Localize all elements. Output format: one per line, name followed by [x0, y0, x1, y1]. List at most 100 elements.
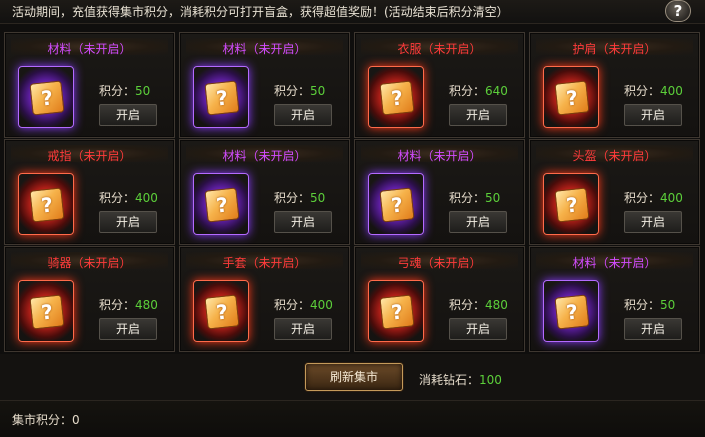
card-title: 护肩（未开启） — [572, 42, 657, 56]
card-points: 积分：400 — [274, 296, 333, 313]
question-mark: ? — [39, 85, 55, 111]
open-button[interactable]: 开启 — [624, 318, 682, 340]
card-title: 材料（未开启） — [572, 256, 657, 270]
mystery-box-icon[interactable]: ? — [193, 66, 249, 128]
blind-box-card: 材料（未开启）? 积分：50 开启 — [179, 139, 350, 245]
mystery-box-icon[interactable]: ? — [193, 280, 249, 342]
market-points-label: 集市积分： — [12, 413, 73, 427]
points-label: 积分： — [449, 298, 486, 312]
question-mark: ? — [39, 192, 55, 218]
points-value: 50 — [485, 191, 501, 205]
card-title: 头盔（未开启） — [572, 149, 657, 163]
refresh-market-button[interactable]: 刷新集市 — [305, 363, 403, 391]
help-icon[interactable]: ? — [665, 0, 691, 22]
card-title-bar: 弓魂（未开启） — [361, 252, 518, 270]
question-mark: ? — [564, 192, 580, 218]
question-mark: ? — [564, 299, 580, 325]
blind-box-card: 材料（未开启）? 积分：50 开启 — [179, 32, 350, 138]
points-label: 积分： — [274, 298, 311, 312]
question-cube-icon: ? — [204, 294, 240, 330]
event-notice: 活动期间，充值获得集市积分，消耗积分可打开盲盒，获得超值奖励！(活动结束后积分清… — [12, 5, 509, 19]
blind-box-card: 头盔（未开启）? 积分：400 开启 — [529, 139, 700, 245]
points-label: 积分： — [274, 191, 311, 205]
card-title: 材料（未开启） — [397, 149, 482, 163]
card-title: 材料（未开启） — [47, 42, 132, 56]
points-label: 积分： — [274, 84, 311, 98]
open-button[interactable]: 开启 — [449, 104, 507, 126]
mystery-box-icon[interactable]: ? — [368, 66, 424, 128]
mystery-box-icon[interactable]: ? — [368, 173, 424, 235]
card-title-bar: 材料（未开启） — [186, 145, 343, 163]
mystery-box-icon[interactable]: ? — [368, 280, 424, 342]
points-label: 积分： — [99, 84, 136, 98]
open-button[interactable]: 开启 — [274, 104, 332, 126]
open-button[interactable]: 开启 — [274, 211, 332, 233]
card-title-bar: 材料（未开启） — [536, 252, 693, 270]
open-button[interactable]: 开启 — [99, 318, 157, 340]
mystery-box-icon[interactable]: ? — [18, 280, 74, 342]
cost-value: 100 — [479, 373, 502, 387]
refresh-cost: 消耗钻石：100 — [419, 371, 502, 388]
question-cube-icon: ? — [29, 294, 65, 330]
card-title: 手套（未开启） — [222, 256, 307, 270]
points-label: 积分： — [624, 84, 661, 98]
points-value: 400 — [310, 298, 333, 312]
points-label: 积分： — [449, 191, 486, 205]
question-cube-icon: ? — [554, 187, 590, 223]
mystery-box-icon[interactable]: ? — [543, 173, 599, 235]
question-cube-icon: ? — [379, 294, 415, 330]
points-label: 积分： — [624, 298, 661, 312]
question-cube-icon: ? — [554, 294, 590, 330]
blind-box-card: 材料（未开启）? 积分：50 开启 — [354, 139, 525, 245]
question-mark: ? — [389, 85, 405, 111]
question-cube-icon: ? — [204, 80, 240, 116]
open-button[interactable]: 开启 — [624, 211, 682, 233]
blind-box-card: 弓魂（未开启）? 积分：480 开启 — [354, 246, 525, 352]
question-mark: ? — [214, 85, 230, 111]
card-points: 积分：50 — [274, 189, 325, 206]
points-value: 480 — [485, 298, 508, 312]
open-button[interactable]: 开启 — [99, 104, 157, 126]
mystery-box-icon[interactable]: ? — [193, 173, 249, 235]
blind-box-card: 材料（未开启）? 积分：50 开启 — [4, 32, 175, 138]
points-value: 400 — [660, 191, 683, 205]
mystery-box-icon[interactable]: ? — [18, 173, 74, 235]
points-value: 400 — [135, 191, 158, 205]
open-button[interactable]: 开启 — [99, 211, 157, 233]
question-cube-icon: ? — [554, 80, 590, 116]
question-mark: ? — [39, 299, 55, 325]
card-title: 戒指（未开启） — [47, 149, 132, 163]
open-button[interactable]: 开启 — [449, 318, 507, 340]
card-points: 积分：480 — [449, 296, 508, 313]
market-points-value: 0 — [72, 413, 80, 427]
question-cube-icon: ? — [379, 80, 415, 116]
points-value: 50 — [660, 298, 676, 312]
points-label: 积分： — [624, 191, 661, 205]
market-points: 集市积分：0 — [12, 411, 80, 428]
open-button[interactable]: 开启 — [449, 211, 507, 233]
card-title-bar: 戒指（未开启） — [11, 145, 168, 163]
card-title-bar: 头盔（未开启） — [536, 145, 693, 163]
card-title: 骑器（未开启） — [47, 256, 132, 270]
card-title-bar: 护肩（未开启） — [536, 38, 693, 56]
points-value: 50 — [135, 84, 151, 98]
bottom-bar — [0, 400, 705, 437]
mystery-box-icon[interactable]: ? — [18, 66, 74, 128]
card-title-bar: 材料（未开启） — [361, 145, 518, 163]
question-mark: ? — [214, 192, 230, 218]
card-points: 积分：400 — [624, 189, 683, 206]
blind-box-grid: 材料（未开启）? 积分：50 开启 材料（未开启）? 积分：50 开启 衣服（未开启）? 积分… — [0, 24, 705, 354]
mystery-box-icon[interactable]: ? — [543, 66, 599, 128]
blind-box-card: 护肩（未开启）? 积分：400 开启 — [529, 32, 700, 138]
card-title: 弓魂（未开启） — [397, 256, 482, 270]
points-label: 积分： — [99, 298, 136, 312]
open-button[interactable]: 开启 — [624, 104, 682, 126]
points-label: 积分： — [99, 191, 136, 205]
points-value: 480 — [135, 298, 158, 312]
top-bar: 活动期间，充值获得集市积分，消耗积分可打开盲盒，获得超值奖励！(活动结束后积分清… — [0, 0, 705, 24]
question-mark: ? — [564, 85, 580, 111]
question-mark: ? — [389, 192, 405, 218]
mystery-box-icon[interactable]: ? — [543, 280, 599, 342]
card-title-bar: 材料（未开启） — [11, 38, 168, 56]
open-button[interactable]: 开启 — [274, 318, 332, 340]
